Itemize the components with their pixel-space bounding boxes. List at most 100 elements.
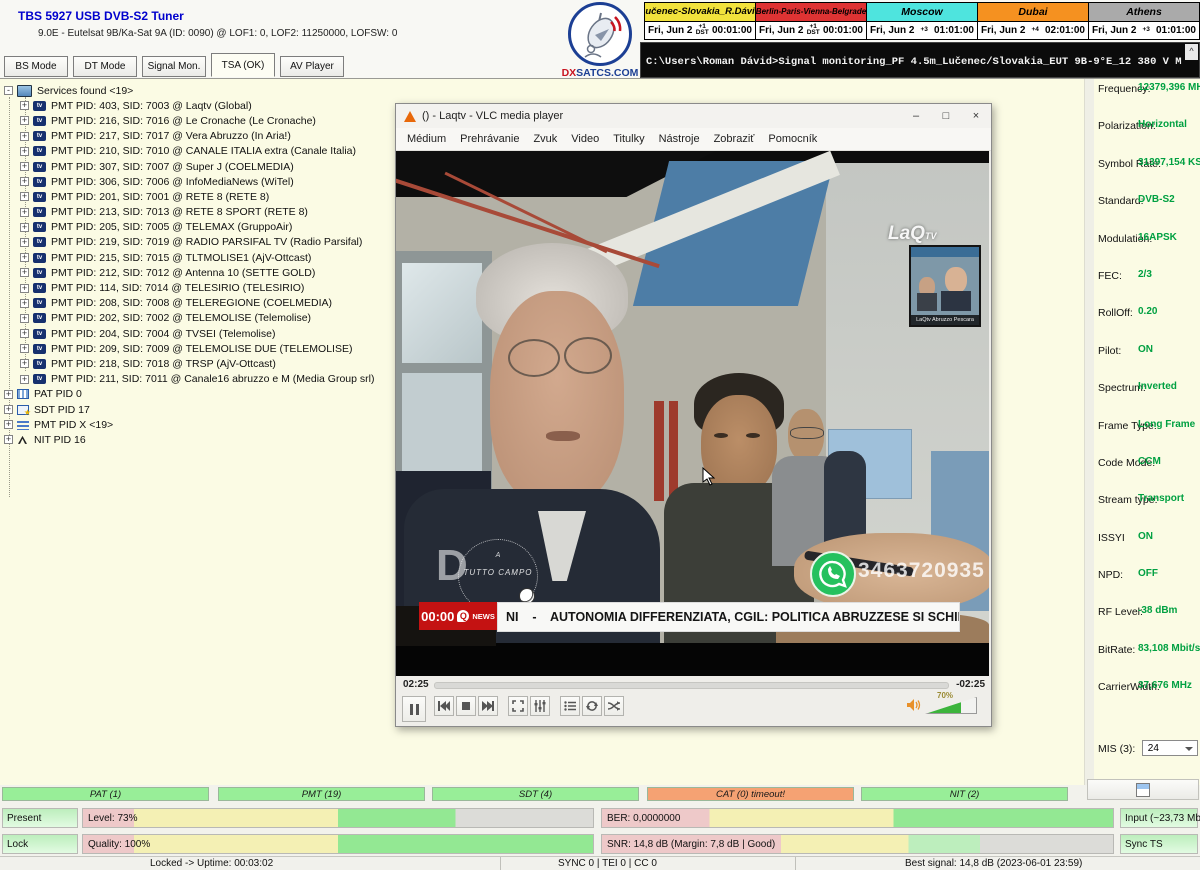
tree-item-service[interactable]: +tvPMT PID: 210, SID: 7010 @ CANALE ITAL… [4, 144, 374, 159]
command-prompt[interactable]: C:\Users\Roman Dávid>Signal monitoring_P… [640, 42, 1200, 78]
menu-video[interactable]: Video [564, 133, 606, 145]
remaining-time: -02:25 [956, 679, 985, 690]
tree-item-service[interactable]: +tvPMT PID: 204, SID: 7004 @ TVSEI (Tele… [4, 326, 374, 341]
expand-toggle[interactable]: + [20, 177, 29, 186]
maximize-button[interactable]: □ [931, 104, 961, 128]
close-button[interactable]: × [961, 104, 991, 128]
tree-item-service[interactable]: +tvPMT PID: 306, SID: 7006 @ InfoMediaNe… [4, 174, 374, 189]
param-value: CCM [1138, 456, 1161, 467]
random-button[interactable] [604, 696, 624, 716]
clock-date: Fri, Jun 2 [870, 25, 914, 36]
pause-button[interactable] [402, 696, 426, 722]
tree-item-service[interactable]: +tvPMT PID: 215, SID: 7015 @ TLTMOLISE1 … [4, 250, 374, 265]
tree-label: NIT PID 16 [34, 434, 86, 446]
expand-toggle[interactable]: + [20, 253, 29, 262]
expand-toggle[interactable]: + [20, 238, 29, 247]
next-button[interactable] [478, 696, 498, 716]
tree-item-list[interactable]: +PMT PID X <19> [4, 417, 374, 432]
expand-toggle[interactable]: + [20, 268, 29, 277]
tree-item-service[interactable]: +tvPMT PID: 218, SID: 7018 @ TRSP (AjV-O… [4, 356, 374, 371]
menu-prehr-vanie[interactable]: Prehrávanie [453, 133, 526, 145]
loop-button[interactable] [582, 696, 602, 716]
minimize-button[interactable]: – [901, 104, 931, 128]
expand-toggle[interactable]: + [20, 223, 29, 232]
speaker-icon[interactable] [907, 699, 921, 711]
tree-item-service[interactable]: +tvPMT PID: 403, SID: 7003 @ Laqtv (Glob… [4, 98, 374, 113]
expand-toggle[interactable]: + [20, 162, 29, 171]
expand-toggle[interactable]: + [20, 116, 29, 125]
tree-item-table[interactable]: +PAT PID 0 [4, 387, 374, 402]
red-stripe [669, 401, 678, 501]
tab-tsa-ok-[interactable]: TSA (OK) [211, 53, 275, 77]
seek-slider[interactable] [434, 682, 949, 689]
expand-toggle[interactable]: + [20, 192, 29, 201]
menu-zobrazi-[interactable]: Zobraziť [707, 133, 762, 145]
expand-toggle[interactable]: + [20, 147, 29, 156]
expand-toggle[interactable]: + [20, 284, 29, 293]
mis-select[interactable]: 24 [1142, 740, 1198, 756]
tree-item-service[interactable]: +tvPMT PID: 213, SID: 7013 @ RETE 8 SPOR… [4, 205, 374, 220]
fullscreen-button[interactable] [508, 696, 528, 716]
pip-face [945, 267, 967, 293]
vlc-controls: 70% [396, 693, 991, 726]
clock-date: Fri, Jun 2 [759, 25, 803, 36]
tree-root[interactable]: -Services found <19> [4, 83, 374, 98]
expand-toggle[interactable]: + [4, 390, 13, 399]
tree-item-service[interactable]: +tvPMT PID: 211, SID: 7011 @ Canale16 ab… [4, 372, 374, 387]
expand-toggle[interactable]: + [20, 344, 29, 353]
tree-item-service[interactable]: +tvPMT PID: 114, SID: 7014 @ TELESIRIO (… [4, 280, 374, 295]
tree-item-service[interactable]: +tvPMT PID: 209, SID: 7009 @ TELEMOLISE … [4, 341, 374, 356]
param-row: Frame Type:Long Frame [1094, 416, 1200, 453]
menu-n-stroje[interactable]: Nástroje [652, 133, 707, 145]
tab-av-player[interactable]: AV Player [280, 56, 344, 77]
snr-meter: SNR: 14,8 dB (Margin: 7,8 dB | Good) [601, 834, 1114, 854]
expand-toggle[interactable]: + [20, 359, 29, 368]
tree-item-service[interactable]: +tvPMT PID: 202, SID: 7002 @ TELEMOLISE … [4, 311, 374, 326]
tree-item-service[interactable]: +tvPMT PID: 216, SID: 7016 @ Le Cronache… [4, 113, 374, 128]
service-label: PMT PID: 114, SID: 7014 @ TELESIRIO (TEL… [51, 282, 304, 294]
menu-pomocn-k[interactable]: Pomocník [761, 133, 824, 145]
extended-settings-button[interactable] [530, 696, 550, 716]
tree-item-nit[interactable]: + NIT PID 16 [4, 432, 374, 447]
expand-toggle[interactable]: + [4, 435, 13, 444]
previous-button[interactable] [434, 696, 454, 716]
playlist-button[interactable] [560, 696, 580, 716]
service-label: PMT PID: 219, SID: 7019 @ RADIO PARSIFAL… [51, 236, 362, 248]
menu-zvuk[interactable]: Zvuk [526, 133, 564, 145]
tree-item-service[interactable]: +tvPMT PID: 307, SID: 7007 @ Super J (CO… [4, 159, 374, 174]
menu-titulky[interactable]: Titulky [606, 133, 651, 145]
expand-toggle[interactable]: + [20, 375, 29, 384]
vertical-scrollbar[interactable] [1084, 79, 1094, 785]
tree-item-service[interactable]: +tvPMT PID: 205, SID: 7005 @ TELEMAX (Gr… [4, 220, 374, 235]
tv-icon: tv [33, 116, 46, 126]
volume-slider[interactable]: 70% [925, 697, 975, 714]
tab-dt-mode[interactable]: DT Mode [73, 56, 137, 77]
tree-item-service[interactable]: +tvPMT PID: 217, SID: 7017 @ Vera Abruzz… [4, 129, 374, 144]
console-scroll-up-arrow[interactable]: ^ [1185, 44, 1198, 60]
expand-toggle[interactable]: + [20, 299, 29, 308]
tab-bs-mode[interactable]: BS Mode [4, 56, 68, 77]
expand-toggle[interactable]: + [20, 208, 29, 217]
stop-button[interactable] [456, 696, 476, 716]
collapse-toggle[interactable]: - [4, 86, 13, 95]
tv-icon: tv [33, 222, 46, 232]
expand-toggle[interactable]: + [20, 132, 29, 141]
video-canvas[interactable]: LaQTV LaQtv Abruzzo Pescara D A TUTTO CA… [396, 151, 989, 676]
tree-item-star[interactable]: +SDT PID 17 [4, 402, 374, 417]
tree-item-service[interactable]: +tvPMT PID: 219, SID: 7019 @ RADIO PARSI… [4, 235, 374, 250]
expand-toggle[interactable]: + [20, 314, 29, 323]
mouse-cursor [702, 467, 715, 486]
vlc-titlebar[interactable]: () - Laqtv - VLC media player – □ × [396, 104, 991, 128]
expand-toggle[interactable]: + [20, 329, 29, 338]
param-row: Pilot:ON [1094, 341, 1200, 378]
tree-item-service[interactable]: +tvPMT PID: 201, SID: 7001 @ RETE 8 (RET… [4, 189, 374, 204]
expand-toggle[interactable]: + [20, 101, 29, 110]
param-value: 83,108 Mbit/s [1138, 643, 1200, 654]
pid-options-button[interactable] [1087, 779, 1199, 800]
expand-toggle[interactable]: + [4, 420, 13, 429]
tree-item-service[interactable]: +tvPMT PID: 208, SID: 7008 @ TELEREGIONE… [4, 296, 374, 311]
tree-item-service[interactable]: +tvPMT PID: 212, SID: 7012 @ Antenna 10 … [4, 265, 374, 280]
tab-signal-mon-[interactable]: Signal Mon. [142, 56, 206, 77]
expand-toggle[interactable]: + [4, 405, 13, 414]
menu-m-dium[interactable]: Médium [400, 133, 453, 145]
